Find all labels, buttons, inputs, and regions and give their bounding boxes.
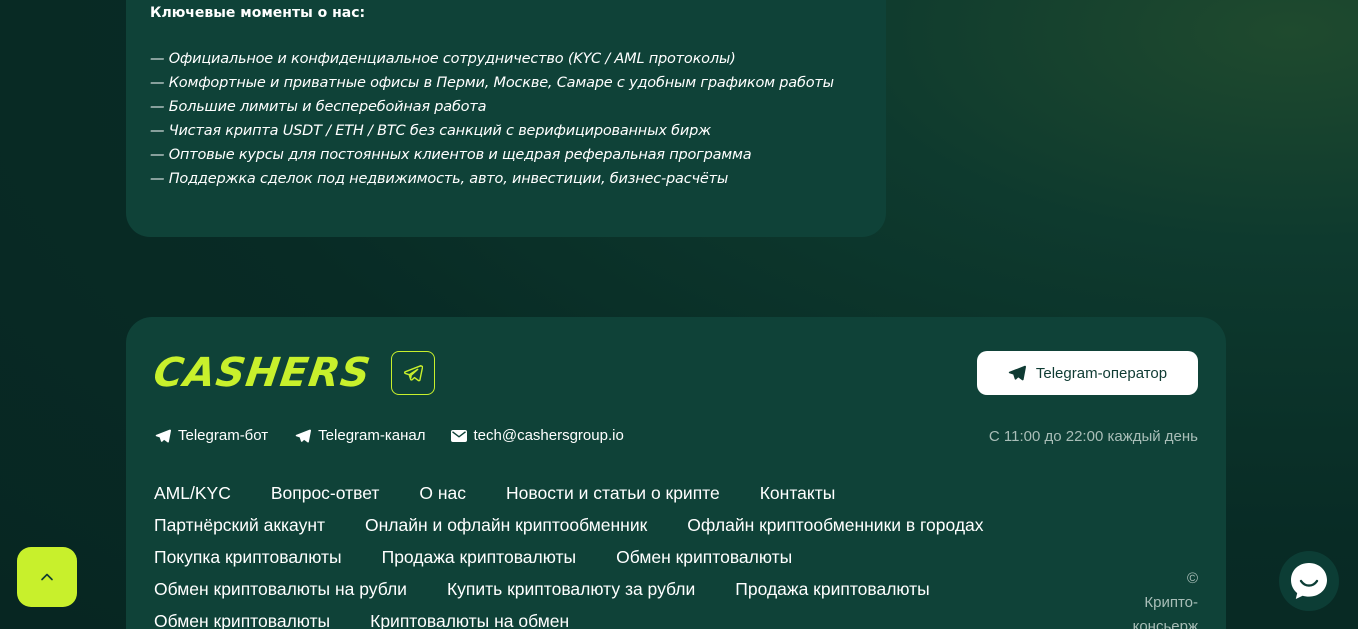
telegram-channel-label: Telegram-канал bbox=[318, 427, 426, 444]
nav-link-sell-crypto-2[interactable]: Продажа криптовалюты bbox=[735, 579, 929, 600]
about-point: — Большие лимиты и бесперебойная работа bbox=[150, 99, 487, 115]
about-point: — Официальное и конфиденциальное сотрудн… bbox=[150, 51, 736, 67]
telegram-bot-label: Telegram-бот bbox=[178, 427, 269, 444]
scroll-top-button[interactable] bbox=[17, 547, 77, 607]
telegram-icon bbox=[1008, 365, 1026, 381]
telegram-operator-label: Telegram-оператор bbox=[1035, 364, 1168, 382]
nav-link-exchange-crypto[interactable]: Обмен криптовалюты bbox=[616, 547, 792, 568]
nav-link-crypto-for-exchange[interactable]: Криптовалюты на обмен bbox=[370, 611, 569, 629]
telegram-bot-link[interactable]: Telegram-бот bbox=[154, 427, 268, 444]
nav-link-buy-crypto[interactable]: Покупка криптовалюты bbox=[154, 547, 342, 568]
telegram-channel-link[interactable]: Telegram-канал bbox=[294, 427, 425, 444]
nav-link-buy-crypto-rubles[interactable]: Купить криптовалюту за рубли bbox=[447, 579, 695, 600]
nav-link-sell-crypto[interactable]: Продажа криптовалюты bbox=[382, 547, 576, 568]
telegram-icon bbox=[295, 429, 312, 443]
copyright: © Крипто- консьерж bbox=[1120, 567, 1198, 629]
footer-nav-row: AML/KYC Вопрос-ответ О нас Новости и ста… bbox=[154, 477, 1114, 509]
about-point: — Комфортные и приватные офисы в Перми, … bbox=[150, 75, 834, 91]
chat-widget-button[interactable] bbox=[1279, 551, 1339, 611]
copyright-line: консьерж bbox=[1132, 618, 1198, 629]
about-point: — Оптовые курсы для постоянных клиентов … bbox=[150, 147, 752, 163]
mail-icon bbox=[451, 429, 468, 442]
contacts-row: Telegram-бот Telegram-канал tech@cashers… bbox=[154, 427, 624, 444]
work-hours: С 11:00 до 22:00 каждый день bbox=[988, 428, 1198, 445]
footer-nav-row: Обмен криптовалюты Криптовалюты на обмен bbox=[154, 605, 1114, 629]
chat-icon bbox=[1291, 563, 1327, 599]
chevron-up-icon bbox=[41, 573, 53, 581]
cashers-logo[interactable]: CASHERS bbox=[151, 350, 374, 396]
footer-nav-row: Партнёрский аккаунт Онлайн и офлайн крип… bbox=[154, 509, 1114, 541]
telegram-icon bbox=[403, 364, 423, 382]
about-points-list: — Официальное и конфиденциальное сотрудн… bbox=[150, 47, 834, 191]
footer-nav: AML/KYC Вопрос-ответ О нас Новости и ста… bbox=[154, 477, 1114, 629]
nav-link-faq[interactable]: Вопрос-ответ bbox=[271, 483, 380, 504]
about-title: Ключевые моменты о нас: bbox=[150, 5, 366, 21]
nav-link-about[interactable]: О нас bbox=[419, 483, 466, 504]
about-point: — Чистая крипта USDT / ETH / BTC без сан… bbox=[150, 123, 711, 139]
nav-link-exchange-crypto-rubles[interactable]: Обмен криптовалюты на рубли bbox=[154, 579, 407, 600]
nav-link-aml-kyc[interactable]: AML/KYC bbox=[154, 483, 231, 504]
footer-nav-row: Покупка криптовалюты Продажа криптовалют… bbox=[154, 541, 1114, 573]
nav-link-online-offline-exchanger[interactable]: Онлайн и офлайн криптообменник bbox=[365, 515, 647, 536]
copyright-symbol: © bbox=[1186, 570, 1198, 587]
nav-link-partner-account[interactable]: Партнёрский аккаунт bbox=[154, 515, 325, 536]
telegram-icon-button[interactable] bbox=[391, 351, 435, 395]
telegram-operator-button[interactable]: Telegram-оператор bbox=[977, 351, 1198, 395]
copyright-line: Крипто- bbox=[1144, 594, 1198, 611]
email-link[interactable]: tech@cashersgroup.io bbox=[451, 427, 624, 444]
nav-link-news[interactable]: Новости и статьи о крипте bbox=[506, 483, 720, 504]
nav-link-exchange-crypto-2[interactable]: Обмен криптовалюты bbox=[154, 611, 330, 629]
nav-link-contacts[interactable]: Контакты bbox=[760, 483, 836, 504]
nav-link-offline-exchangers-cities[interactable]: Офлайн криптообменники в городах bbox=[687, 515, 983, 536]
footer-nav-row: Обмен криптовалюты на рубли Купить крипт… bbox=[154, 573, 1114, 605]
email-label: tech@cashersgroup.io bbox=[473, 427, 624, 444]
about-point: — Поддержка сделок под недвижимость, авт… bbox=[150, 171, 729, 187]
telegram-icon bbox=[155, 429, 172, 443]
